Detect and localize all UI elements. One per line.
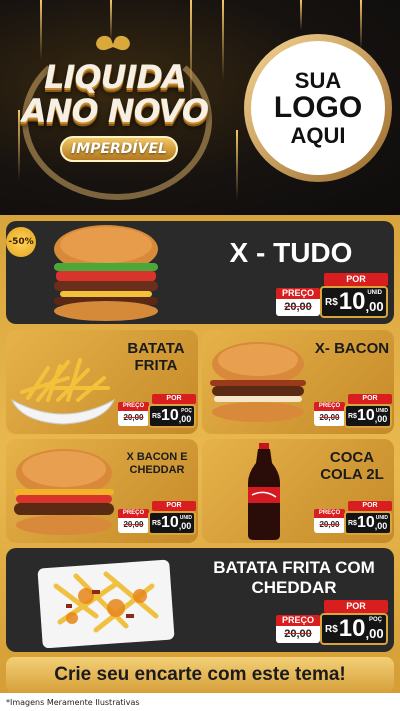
por-label: POR	[152, 394, 196, 404]
price-block: POR PREÇO 20,00 R$ 10 ,00 UNID	[314, 394, 392, 430]
price-block: POR PREÇO 20,00 R$ 10 ,00 UNID	[276, 273, 388, 319]
product-name: X - TUDO	[229, 237, 353, 268]
product-card-x-bacon-cheddar[interactable]: X BACON E CHEDDAR POR PREÇO 20,00 R$ 10 …	[6, 439, 198, 543]
old-price-label: PREÇO	[118, 402, 149, 411]
price-unit: UNID	[179, 515, 192, 521]
price-unit: UNID	[367, 290, 382, 296]
new-price: R$ 10 ,00 POÇ	[320, 613, 388, 645]
product-name: X- BACON	[314, 340, 390, 357]
old-price: PREÇO 20,00	[314, 402, 345, 426]
new-price: R$ 10 ,00 POÇ	[148, 404, 196, 428]
cta-banner[interactable]: Crie seu encarte com este tema!	[6, 657, 394, 693]
ribbon-bow-icon	[96, 34, 130, 56]
por-label: POR	[324, 273, 388, 286]
old-price-label: PREÇO	[118, 509, 149, 518]
currency: R$	[348, 412, 357, 420]
price-cents: ,00	[178, 521, 192, 531]
sparkle-decoration	[236, 130, 238, 200]
old-price: PREÇO 20,00	[118, 509, 149, 533]
price-integer: 10	[356, 407, 375, 424]
currency: R$	[152, 519, 161, 527]
logo-text-line1: SUA	[294, 68, 342, 94]
new-price: R$ 10 ,00 UNID	[344, 511, 392, 535]
burger-icon	[54, 225, 158, 321]
promo-title-line2: ANO NOVO	[21, 92, 209, 130]
currency: R$	[348, 519, 357, 527]
price-unit: UNID	[375, 515, 388, 521]
logo-text-line2: LOGO	[273, 91, 363, 125]
price-integer: 10	[356, 514, 375, 531]
currency: R$	[152, 412, 161, 420]
discount-badge: -50%	[6, 227, 36, 257]
price-integer: 10	[160, 407, 179, 424]
old-price: PREÇO 20,00	[276, 288, 320, 316]
price-integer: 10	[160, 514, 179, 531]
promo-badge: IMPERDÍVEL	[60, 136, 178, 162]
logo-text-line3: AQUI	[290, 122, 346, 148]
product-card-coca-cola[interactable]: COCA COLA 2L POR PREÇO 20,00 R$ 10 ,00 U…	[202, 439, 394, 543]
currency: R$	[325, 296, 338, 308]
product-card-x-tudo[interactable]: X - TUDO POR PREÇO 20,00 R$ 10 ,00 UNID	[6, 221, 394, 324]
currency: R$	[325, 623, 338, 635]
price-integer: 10	[338, 288, 366, 315]
product-card-batata-cheddar[interactable]: BATATA FRITA COM CHEDDAR POR PREÇO 20,00…	[6, 548, 394, 652]
cheddar-fries-icon	[37, 559, 175, 648]
old-price: PREÇO 20,00	[118, 402, 149, 426]
product-card-batata-frita[interactable]: BATATA FRITA POR PREÇO 20,00 R$ 10 ,00 P…	[6, 330, 198, 434]
por-label: POR	[152, 501, 196, 511]
burger-icon	[14, 449, 114, 535]
sparkle-decoration	[40, 0, 42, 60]
price-unit: POÇ	[368, 617, 382, 623]
old-price-value: 20,00	[319, 520, 340, 529]
por-label: POR	[324, 600, 388, 613]
por-label: POR	[348, 394, 392, 404]
sparkle-decoration	[300, 0, 302, 30]
old-price-value: 20,00	[319, 413, 340, 422]
price-block: POR PREÇO 20,00 R$ 10 ,00 UNID	[118, 501, 196, 537]
old-price: PREÇO 20,00	[314, 509, 345, 533]
product-name: BATATA FRITA COM CHEDDAR	[213, 558, 375, 597]
price-cents: ,00	[365, 298, 384, 314]
burger-icon	[210, 342, 306, 422]
old-price-value: 20,00	[123, 413, 144, 422]
price-block: POR PREÇO 20,00 R$ 10 ,00 POÇ	[118, 394, 196, 430]
price-cents: ,00	[374, 521, 388, 531]
price-cents: ,00	[178, 414, 192, 424]
price-cents: ,00	[365, 625, 384, 641]
new-price: R$ 10 ,00 UNID	[148, 511, 196, 535]
old-price-value: 20,00	[123, 520, 144, 529]
old-price-label: PREÇO	[314, 402, 345, 411]
price-unit: UNID	[375, 408, 388, 414]
price-block: POR PREÇO 20,00 R$ 10 ,00 POÇ	[276, 600, 388, 646]
header-banner: LIQUIDA ANO NOVO IMPERDÍVEL SUA LOGO AQU…	[0, 0, 400, 215]
promo-title-line1: LIQUIDA	[44, 58, 187, 96]
old-price-label: PREÇO	[276, 288, 320, 299]
old-price-label: PREÇO	[314, 509, 345, 518]
price-integer: 10	[338, 615, 366, 642]
logo-placeholder[interactable]: SUA LOGO AQUI	[244, 34, 392, 182]
sparkle-decoration	[360, 0, 362, 50]
logo-circle: SUA LOGO AQUI	[251, 41, 385, 175]
old-price: PREÇO 20,00	[276, 615, 320, 643]
product-card-x-bacon[interactable]: X- BACON POR PREÇO 20,00 R$ 10 ,00 UNID	[202, 330, 394, 434]
old-price-value: 20,00	[284, 301, 312, 313]
cta-text: Crie seu encarte com este tema!	[54, 664, 346, 685]
product-name: BATATA FRITA	[127, 340, 185, 375]
new-price: R$ 10 ,00 UNID	[344, 404, 392, 428]
new-price: R$ 10 ,00 UNID	[320, 286, 388, 318]
price-unit: POÇ	[181, 408, 192, 414]
fries-icon	[10, 358, 116, 425]
soda-bottle-icon	[248, 443, 280, 540]
product-name: COCA COLA 2L	[320, 449, 384, 484]
old-price-label: PREÇO	[276, 615, 320, 626]
old-price-value: 20,00	[284, 628, 312, 640]
por-label: POR	[348, 501, 392, 511]
price-cents: ,00	[374, 414, 388, 424]
price-block: POR PREÇO 20,00 R$ 10 ,00 UNID	[314, 501, 392, 537]
product-name: X BACON E CHEDDAR	[126, 451, 188, 476]
disclaimer: *Imagens Meramente Ilustrativas	[0, 693, 400, 711]
